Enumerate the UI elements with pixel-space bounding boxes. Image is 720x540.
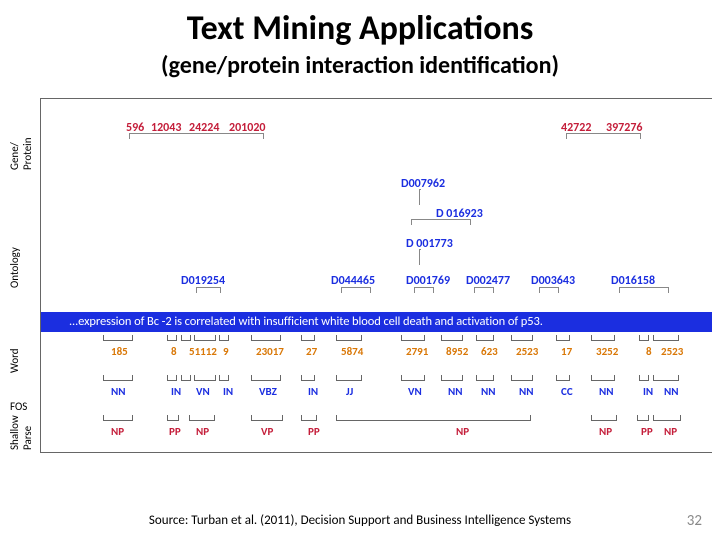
word-id: 2523 [516,345,538,358]
pos-tag: CC [561,385,573,398]
ontology-id: D 001773 [406,237,453,251]
parse-tag: NP [664,425,677,438]
word-id: 623 [481,345,498,358]
slide-subtitle: (gene/protein interaction identification… [0,51,720,80]
ontology-id: D044465 [331,274,375,288]
diagram: Gene/ Protein Ontology Word FOS Shallow … [0,98,720,453]
gene-id: 596 [126,121,144,135]
pos-tag: NN [519,385,534,398]
ontology-id: D007962 [401,177,445,191]
ontology-id: D016158 [611,274,655,288]
ontology-id: D003643 [531,274,575,288]
parse-tag: NP [111,425,124,438]
ontology-id: D 016923 [436,207,483,221]
gene-id: 24224 [189,121,219,135]
pos-tag: IN [223,385,233,398]
gene-id: 12043 [151,121,181,135]
ontology-id: D019254 [181,274,225,288]
ontology-id: D001769 [406,274,450,288]
pos-tag: NN [664,385,679,398]
word-id: 8 [171,345,177,358]
word-id: 9 [223,345,229,358]
parse-tag: VP [261,425,273,438]
slide: Text Mining Applications (gene/protein i… [0,8,720,540]
pos-tag: JJ [346,385,353,398]
parse-brackets [41,415,712,423]
word-id: 8952 [446,345,468,358]
pos-tag: VN [408,385,422,398]
word-id: 185 [111,345,128,358]
word-id: 3252 [596,345,618,358]
page-number: 32 [687,512,702,530]
pos-brackets [41,375,712,383]
pos-tag: NN [111,385,126,398]
gene-id: 201020 [229,121,266,135]
parse-tag: NP [456,425,469,438]
gene-id: 42722 [561,121,591,135]
pos-tag: NN [481,385,496,398]
ont-link [419,249,421,265]
ont-link [419,189,421,205]
parse-tag: NP [599,425,612,438]
pos-tag: VN [196,385,210,398]
word-id: 23017 [256,345,284,358]
ylabel-parse: Shallow Parse [8,415,34,450]
sentence-text: ...expression of Bc -2 is correlated wit… [41,312,712,332]
pos-tag: NN [448,385,463,398]
ylabel-ontology: Ontology [8,247,21,288]
word-id: 2523 [661,345,683,358]
word-id: 5874 [341,345,363,358]
word-id: 27 [306,345,317,358]
sentence-bar: ...expression of Bc -2 is correlated wit… [41,312,712,332]
word-id: 51112 [189,345,217,358]
ontology-id: D002477 [466,274,510,288]
parse-tag: PP [641,425,653,438]
slide-title: Text Mining Applications [0,8,720,49]
source-citation: Source: Turban et al. (2011), Decision S… [0,513,720,528]
word-id: 2791 [406,345,428,358]
parse-tag: NP [196,425,209,438]
parse-tag: PP [308,425,320,438]
gene-id: 397276 [606,121,643,135]
word-brackets [41,335,712,343]
pos-tag: IN [308,385,318,398]
pos-tag: VBZ [259,385,277,398]
plot-region: 596 12043 24224 201020 42722 397276 D007… [40,98,712,453]
pos-tag: IN [171,385,181,398]
pos-tag: NN [599,385,614,398]
ylabel-fos: FOS [10,400,27,413]
ylabel-word: Word [8,348,21,373]
word-id: 8 [646,345,652,358]
word-id: 17 [561,345,572,358]
ylabel-gene: Gene/ Protein [8,138,34,170]
pos-tag: IN [643,385,653,398]
parse-tag: PP [169,425,181,438]
